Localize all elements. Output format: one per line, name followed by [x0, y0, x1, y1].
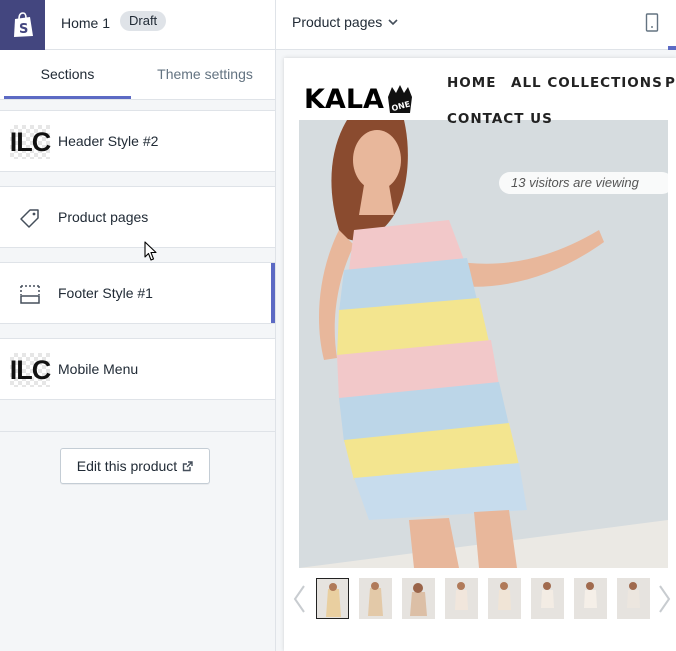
shopify-bag-icon: S [13, 12, 33, 37]
chevron-right-icon[interactable] [658, 584, 672, 614]
thumbnail[interactable] [316, 578, 349, 619]
mobile-device-button[interactable] [645, 13, 659, 37]
store-header: KALA ONE HOME ALL COLLECTIONS P CONTACT … [284, 58, 676, 127]
shopify-logo[interactable]: S [0, 0, 45, 50]
ilc-thumbnail-text: ILC [9, 355, 51, 385]
nav-home[interactable]: HOME [447, 75, 496, 91]
thumbnail[interactable] [445, 578, 478, 619]
section-item-label: Footer Style #1 [58, 285, 153, 301]
thumbnail[interactable] [531, 578, 564, 619]
external-link-icon [182, 460, 193, 471]
store-logo-text: KALA [304, 84, 384, 115]
page-type-selector[interactable]: Product pages [292, 14, 398, 30]
edit-product-button[interactable]: Edit this product [60, 448, 210, 484]
section-item-product-pages[interactable]: Product pages [0, 186, 275, 248]
mobile-device-icon [645, 13, 659, 32]
thumbnail-image [445, 578, 478, 619]
editor-sidebar: Sections Theme settings ILC Header Style… [0, 50, 276, 651]
topbar-divider [275, 0, 276, 50]
thumbnail[interactable] [359, 578, 392, 619]
section-item-label: Product pages [58, 209, 149, 225]
tag-icon [20, 209, 39, 228]
sidebar-tabs: Sections Theme settings [0, 50, 275, 100]
thumbnail[interactable] [488, 578, 521, 619]
thumbnail-image [402, 578, 435, 619]
footer-icon-wrap [10, 277, 50, 311]
selected-indicator [271, 263, 275, 323]
nav-cutoff-item[interactable]: P [665, 75, 676, 91]
svg-text:S: S [19, 22, 28, 37]
tab-theme-settings[interactable]: Theme settings [135, 50, 275, 100]
thumbnail-strip [284, 576, 676, 622]
section-item-footer-style[interactable]: Footer Style #1 [0, 262, 275, 324]
edit-product-label: Edit this product [76, 458, 178, 474]
section-item-label: Mobile Menu [58, 361, 139, 377]
thumbnail-image [531, 578, 564, 619]
section-item-mobile-menu[interactable]: ILC Mobile Menu [0, 338, 275, 400]
tab-active-underline [4, 96, 131, 99]
storefront-preview[interactable]: KALA ONE HOME ALL COLLECTIONS P CONTACT … [284, 58, 676, 651]
ilc-thumbnail: ILC [9, 353, 51, 387]
thumbnail-image [574, 578, 607, 619]
tag-icon-wrap [10, 201, 50, 235]
thumbnail-image [617, 578, 650, 619]
ilc-thumbnail: ILC [9, 125, 51, 159]
thumbnail-image [359, 578, 392, 619]
ilc-thumbnail-text: ILC [9, 127, 51, 157]
theme-name: Home 1 [61, 15, 111, 31]
store-logo[interactable]: KALA ONE [304, 84, 414, 115]
section-item-header-style[interactable]: ILC Header Style #2 [0, 110, 275, 172]
mouse-cursor-icon [144, 241, 157, 261]
thumbnail-image [317, 579, 348, 618]
thumbnail[interactable] [574, 578, 607, 619]
nav-all-collections[interactable]: ALL COLLECTIONS [511, 75, 663, 91]
thumbnail-image [488, 578, 521, 619]
page-type-label: Product pages [292, 14, 383, 30]
sidebar-divider [0, 431, 275, 432]
logo-badge: ONE [387, 84, 412, 113]
tab-sections[interactable]: Sections [0, 50, 135, 100]
chevron-down-icon [388, 18, 398, 25]
product-main-image[interactable]: 13 visitors are viewing [299, 120, 668, 568]
chevron-left-icon[interactable] [292, 584, 306, 614]
thumbnail[interactable] [617, 578, 650, 619]
thumbnail[interactable] [402, 578, 435, 619]
editor-topbar: S Home 1 Draft Product pages [0, 0, 676, 50]
section-item-label: Header Style #2 [58, 133, 159, 149]
nav-contact-us[interactable]: CONTACT US [447, 111, 553, 127]
footer-layout-icon [20, 285, 40, 304]
visitors-viewing-badge: 13 visitors are viewing [499, 172, 668, 194]
draft-badge: Draft [120, 11, 167, 31]
